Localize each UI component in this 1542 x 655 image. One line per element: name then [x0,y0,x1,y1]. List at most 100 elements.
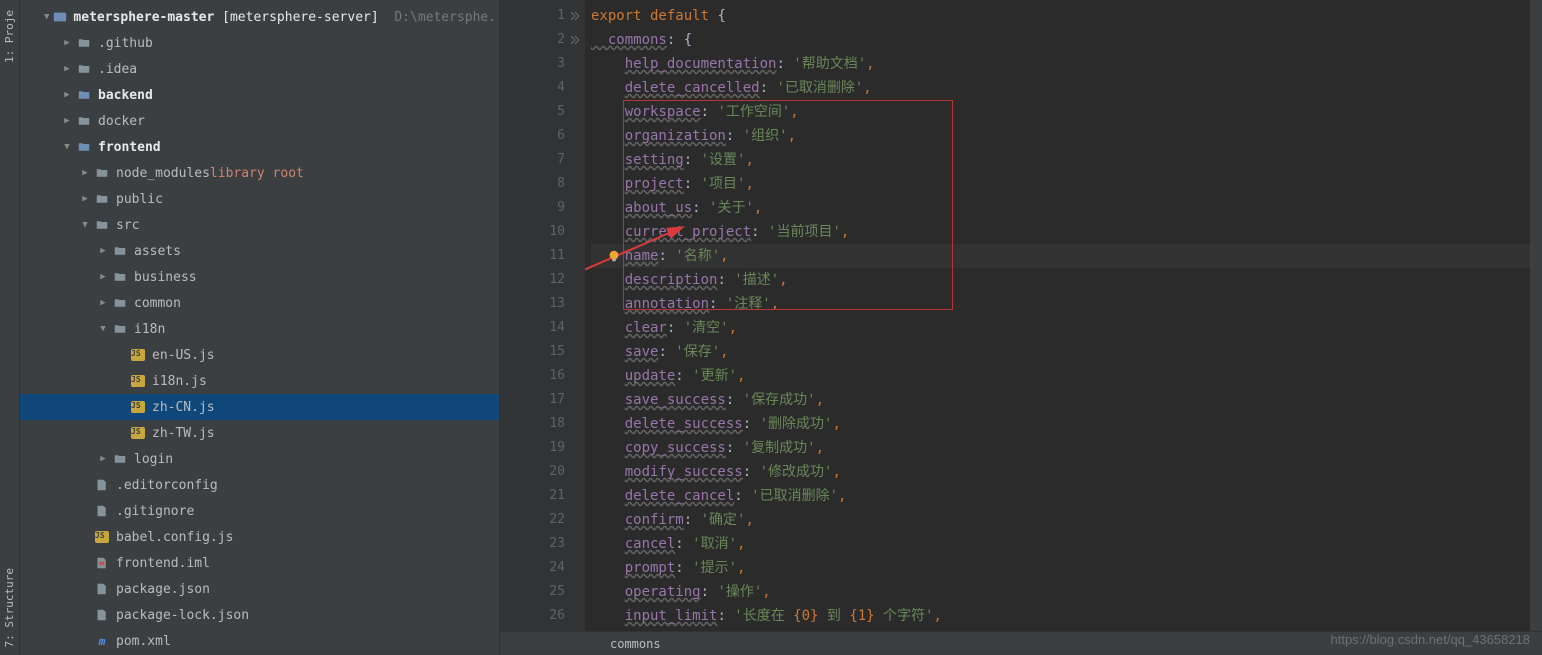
line-number[interactable]: 26 [500,604,565,628]
code-line[interactable]: description: '描述', [591,268,1542,292]
expand-arrow-icon[interactable]: ▶ [62,38,72,48]
line-number[interactable]: 14 [500,316,565,340]
code-line[interactable]: setting: '设置', [591,148,1542,172]
code-line[interactable]: delete_success: '删除成功', [591,412,1542,436]
code-line[interactable]: workspace: '工作空间', [591,100,1542,124]
line-number[interactable]: 11 [500,244,565,268]
line-number[interactable]: 7 [500,148,565,172]
tree-item-pom-xml[interactable]: mpom.xml [20,628,499,654]
breadcrumb-item[interactable]: commons [610,637,661,651]
tree-item-assets[interactable]: ▶assets [20,238,499,264]
expand-arrow-icon[interactable]: ▼ [80,220,90,230]
code-line[interactable]: delete_cancel: '已取消删除', [591,484,1542,508]
line-number[interactable]: 10 [500,220,565,244]
editor-scrollbar[interactable] [1530,0,1542,631]
code-line[interactable]: delete_cancelled: '已取消删除', [591,76,1542,100]
code-line[interactable]: modify_success: '修改成功', [591,460,1542,484]
line-number[interactable]: 25 [500,580,565,604]
code-line[interactable]: confirm: '确定', [591,508,1542,532]
expand-arrow-icon[interactable]: ▶ [98,298,108,308]
line-number[interactable]: 12 [500,268,565,292]
line-numbers-gutter[interactable]: 1234567891011121314151617181920212223242… [500,0,585,655]
tree-item--gitignore[interactable]: .gitignore [20,498,499,524]
intention-bulb-icon[interactable] [607,249,621,263]
expand-arrow-icon[interactable]: ▶ [98,272,108,282]
tree-item-business[interactable]: ▶business [20,264,499,290]
code-line[interactable]: commons: { [591,28,1542,52]
tree-item-common[interactable]: ▶common [20,290,499,316]
tree-item-package-lock-json[interactable]: package-lock.json [20,602,499,628]
line-number[interactable]: 16 [500,364,565,388]
line-number[interactable]: 1 [500,4,565,28]
line-number[interactable]: 17 [500,388,565,412]
line-number[interactable]: 18 [500,412,565,436]
tree-item-package-json[interactable]: package.json [20,576,499,602]
line-number[interactable]: 6 [500,124,565,148]
code-line[interactable]: current_project: '当前项目', [591,220,1542,244]
line-number[interactable]: 2 [500,28,565,52]
code-line[interactable]: help_documentation: '帮助文档', [591,52,1542,76]
fold-marker-icon[interactable] [567,4,583,28]
line-number[interactable]: 13 [500,292,565,316]
tree-item-zh-TW-js[interactable]: JSzh-TW.js [20,420,499,446]
project-tab[interactable]: 1: Proje [1,2,18,71]
tree-item-backend[interactable]: ▶backend [20,82,499,108]
tree-item-login[interactable]: ▶login [20,446,499,472]
code-line[interactable]: save: '保存', [591,340,1542,364]
line-number[interactable]: 15 [500,340,565,364]
tree-item-zh-CN-js[interactable]: JSzh-CN.js [20,394,499,420]
code-line[interactable]: save_success: '保存成功', [591,388,1542,412]
tree-item--github[interactable]: ▶.github [20,30,499,56]
expand-arrow-icon[interactable]: ▶ [98,246,108,256]
tree-item-babel-config-js[interactable]: JSbabel.config.js [20,524,499,550]
line-number[interactable]: 20 [500,460,565,484]
line-number[interactable]: 3 [500,52,565,76]
code-line[interactable]: organization: '组织', [591,124,1542,148]
structure-tab[interactable]: 7: Structure [1,560,18,655]
code-line[interactable]: cancel: '取消', [591,532,1542,556]
code-editor[interactable]: export default { commons: { help_documen… [585,0,1542,655]
code-line[interactable]: copy_success: '复制成功', [591,436,1542,460]
code-line[interactable]: prompt: '提示', [591,556,1542,580]
expand-arrow-icon[interactable]: ▶ [98,454,108,464]
line-number[interactable]: 23 [500,532,565,556]
expand-arrow-icon[interactable]: ▼ [62,142,72,152]
tree-item-i18n[interactable]: ▼i18n [20,316,499,342]
code-line[interactable]: about_us: '关于', [591,196,1542,220]
expand-arrow-icon[interactable]: ▶ [62,116,72,126]
line-number[interactable]: 21 [500,484,565,508]
expand-arrow-icon[interactable]: ▶ [62,64,72,74]
line-number[interactable]: 5 [500,100,565,124]
expand-arrow-icon[interactable]: ▶ [80,168,90,178]
code-line[interactable]: clear: '清空', [591,316,1542,340]
line-number[interactable]: 8 [500,172,565,196]
tree-item--idea[interactable]: ▶.idea [20,56,499,82]
expand-arrow-icon[interactable]: ▶ [80,194,90,204]
code-line[interactable]: project: '项目', [591,172,1542,196]
tree-item--editorconfig[interactable]: .editorconfig [20,472,499,498]
line-number[interactable]: 4 [500,76,565,100]
code-line[interactable]: input_limit: '长度在 {0} 到 {1} 个字符', [591,604,1542,628]
code-line[interactable]: update: '更新', [591,364,1542,388]
tree-item-i18n-js[interactable]: JSi18n.js [20,368,499,394]
code-line[interactable]: operating: '操作', [591,580,1542,604]
tree-item-frontend[interactable]: ▼frontend [20,134,499,160]
tree-item-public[interactable]: ▶public [20,186,499,212]
tree-item-node_modules[interactable]: ▶node_modules library root [20,160,499,186]
tree-item-src[interactable]: ▼src [20,212,499,238]
project-root[interactable]: ▼ metersphere-master [metersphere-server… [20,4,499,30]
line-number[interactable]: 9 [500,196,565,220]
tree-item-frontend-iml[interactable]: frontend.iml [20,550,499,576]
line-number[interactable]: 19 [500,436,565,460]
code-line[interactable]: name: '名称', [591,244,1542,268]
expand-arrow-icon[interactable]: ▼ [98,324,108,334]
tree-item-en-US-js[interactable]: JSen-US.js [20,342,499,368]
expand-arrow-icon[interactable]: ▶ [62,90,72,100]
line-number[interactable]: 24 [500,556,565,580]
line-number[interactable]: 22 [500,508,565,532]
fold-marker-icon[interactable] [567,28,583,52]
tree-item-docker[interactable]: ▶docker [20,108,499,134]
code-line[interactable]: export default { [591,4,1542,28]
code-line[interactable]: annotation: '注释', [591,292,1542,316]
expand-arrow-icon[interactable]: ▼ [44,12,49,22]
